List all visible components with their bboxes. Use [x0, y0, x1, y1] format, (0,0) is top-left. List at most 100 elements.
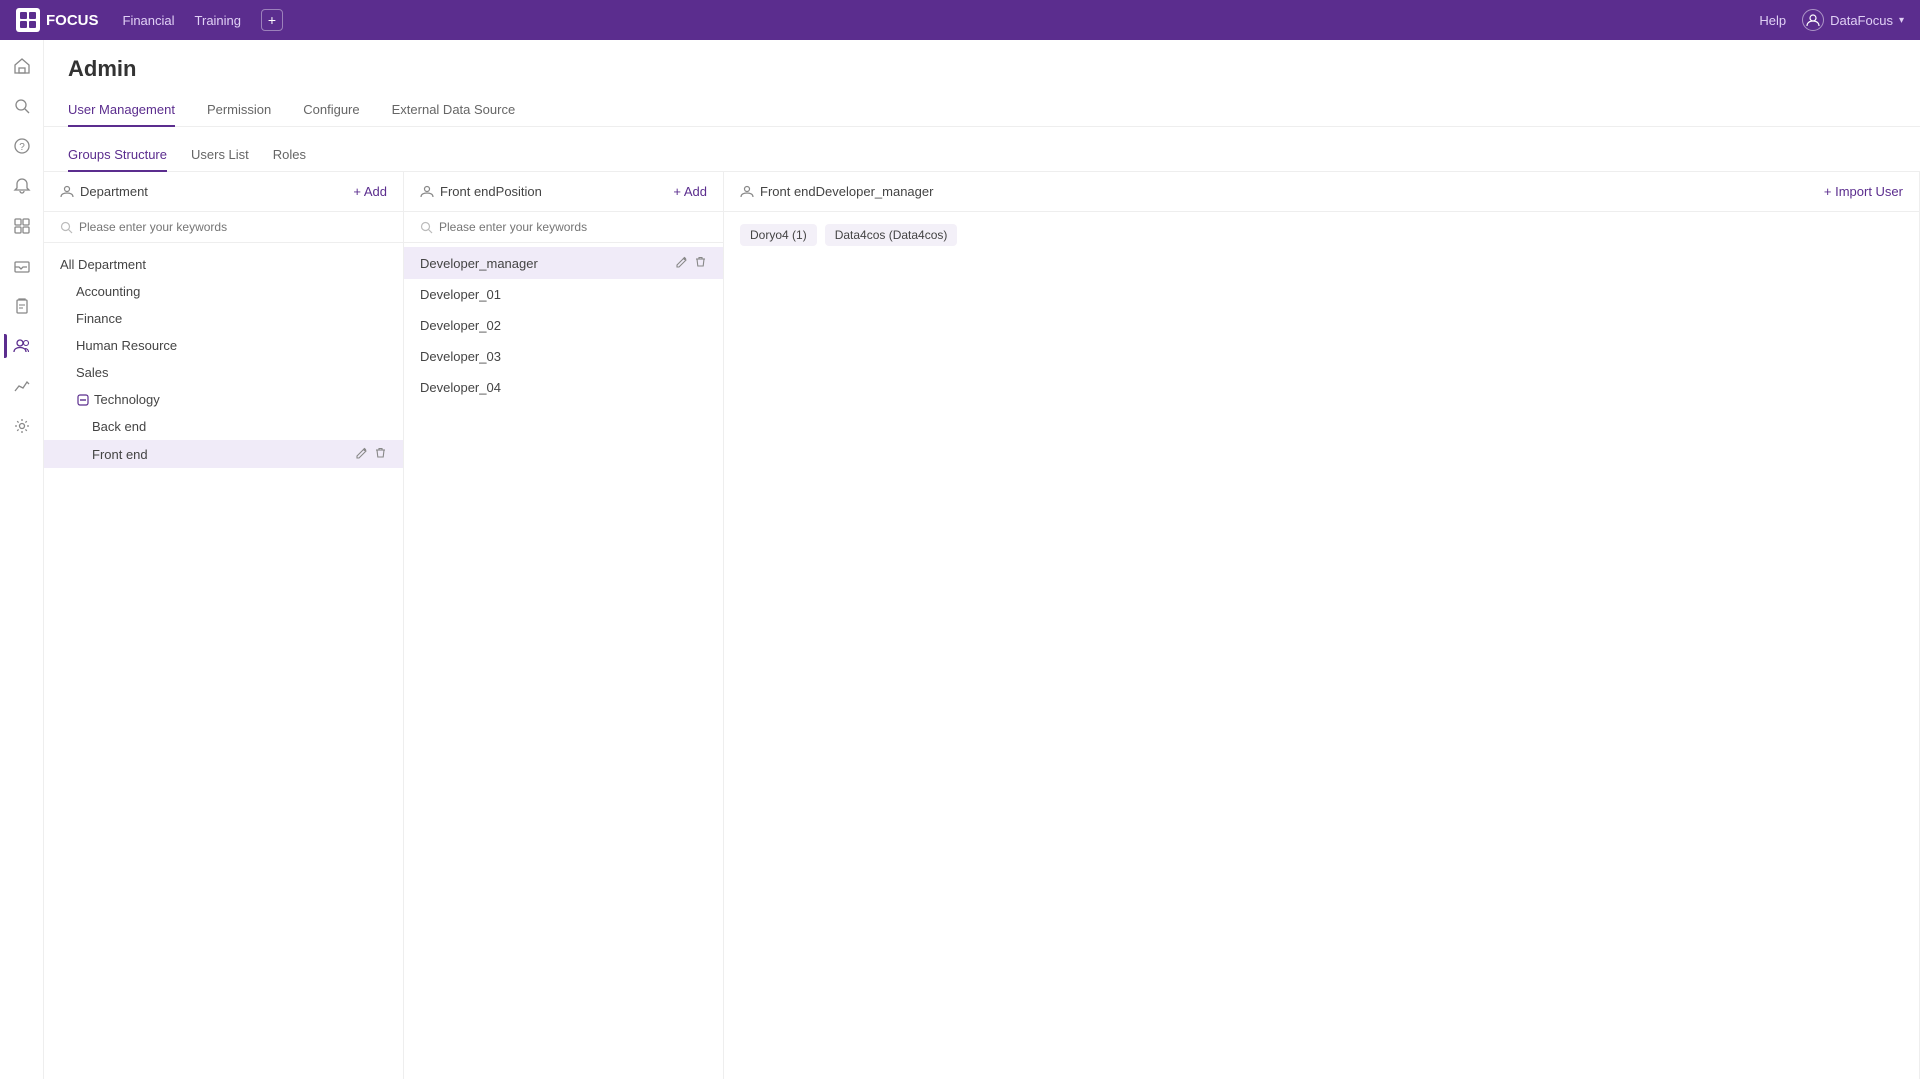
technology-label: Technology [94, 392, 387, 407]
tab-permission[interactable]: Permission [207, 94, 271, 127]
user-tag-doryo4-label: Doryo4 (1) [750, 228, 807, 242]
position-search-box [404, 212, 723, 243]
nav-add-button[interactable]: + [261, 9, 283, 31]
department-add-btn[interactable]: + Add [353, 184, 387, 199]
tree-item-backend[interactable]: Back end [44, 413, 403, 440]
sub-tab-groups-structure[interactable]: Groups Structure [68, 139, 167, 172]
developer-col-title: Front endDeveloper_manager [760, 184, 933, 199]
developer-panel: Front endDeveloper_manager + Import User… [724, 172, 1920, 1079]
position-search-input[interactable] [439, 220, 707, 234]
developer-03-label: Developer_03 [420, 349, 501, 364]
sidebar-help[interactable]: ? [4, 128, 40, 164]
frontend-label: Front end [92, 447, 355, 462]
user-tag-doryo4: Doryo4 (1) [740, 224, 817, 246]
department-panel: Department + Add All Department [44, 172, 404, 1079]
user-name: DataFocus [1830, 13, 1893, 28]
user-tag-data4cos: Data4cos (Data4cos) [825, 224, 958, 246]
main-content: Admin User Management Permission Configu… [44, 40, 1920, 1079]
position-item-developer-manager[interactable]: Developer_manager [404, 247, 723, 279]
frontend-edit-icon[interactable] [355, 446, 368, 462]
position-item-developer-01[interactable]: Developer_01 [404, 279, 723, 310]
developer-person-icon [740, 185, 754, 199]
developer-manager-delete-icon[interactable] [694, 255, 707, 271]
sub-tab-users-list[interactable]: Users List [191, 139, 249, 172]
page-title: Admin [68, 56, 1896, 82]
logo-icon [16, 8, 40, 32]
position-header: Front endPosition + Add [404, 172, 723, 212]
tab-external-data-source[interactable]: External Data Source [392, 94, 516, 127]
icon-sidebar: ? [0, 40, 44, 1079]
nav-financial[interactable]: Financial [123, 9, 175, 32]
department-header: Department + Add [44, 172, 403, 212]
tree-item-finance[interactable]: Finance [44, 305, 403, 332]
accounting-label: Accounting [76, 284, 387, 299]
developer-header-left: Front endDeveloper_manager [740, 184, 933, 199]
department-person-icon [60, 185, 74, 199]
developer-04-label: Developer_04 [420, 380, 501, 395]
sub-tabs: Groups Structure Users List Roles [44, 127, 1920, 172]
app-layout: ? [0, 40, 1920, 1079]
position-item-developer-02[interactable]: Developer_02 [404, 310, 723, 341]
import-user-btn[interactable]: + Import User [1824, 184, 1903, 199]
tree-item-accounting[interactable]: Accounting [44, 278, 403, 305]
sidebar-search[interactable] [4, 88, 40, 124]
tab-configure[interactable]: Configure [303, 94, 359, 127]
position-header-left: Front endPosition [420, 184, 542, 199]
human-resource-label: Human Resource [76, 338, 387, 353]
topbar: FOCUS Financial Training + Help DataFocu… [0, 0, 1920, 40]
position-search-icon [420, 221, 433, 234]
sidebar-inbox[interactable] [4, 248, 40, 284]
developer-manager-actions [675, 255, 707, 271]
tree-item-all-department[interactable]: All Department [44, 251, 403, 278]
sidebar-grid[interactable] [4, 208, 40, 244]
position-item-developer-03[interactable]: Developer_03 [404, 341, 723, 372]
developer-manager-edit-icon[interactable] [675, 255, 688, 271]
department-header-left: Department [60, 184, 148, 199]
sidebar-clipboard[interactable] [4, 288, 40, 324]
developer-col-header: Front endDeveloper_manager + Import User [724, 172, 1919, 212]
user-menu[interactable]: DataFocus ▾ [1802, 9, 1904, 31]
sidebar-users[interactable] [4, 328, 40, 364]
position-list: Developer_manager [404, 243, 723, 1079]
frontend-delete-icon[interactable] [374, 446, 387, 462]
top-nav: Financial Training + [123, 9, 1736, 32]
position-add-btn[interactable]: + Add [673, 184, 707, 199]
department-search-box [44, 212, 403, 243]
all-department-label: All Department [60, 257, 387, 272]
developer-01-label: Developer_01 [420, 287, 501, 302]
content-area: Department + Add All Department [44, 172, 1920, 1079]
backend-label: Back end [92, 419, 387, 434]
tree-item-human-resource[interactable]: Human Resource [44, 332, 403, 359]
tree-item-sales[interactable]: Sales [44, 359, 403, 386]
users-area: Doryo4 (1) Data4cos (Data4cos) [724, 212, 1919, 262]
technology-collapse-icon [76, 393, 90, 407]
tree-item-frontend[interactable]: Front end [44, 440, 403, 468]
user-avatar-icon [1802, 9, 1824, 31]
position-person-icon [420, 185, 434, 199]
position-item-developer-04[interactable]: Developer_04 [404, 372, 723, 403]
tab-user-management[interactable]: User Management [68, 94, 175, 127]
nav-training[interactable]: Training [195, 9, 241, 32]
department-search-input[interactable] [79, 220, 387, 234]
sidebar-analytics[interactable] [4, 368, 40, 404]
user-tag-data4cos-label: Data4cos (Data4cos) [835, 228, 948, 242]
user-tags-row: Doryo4 (1) Data4cos (Data4cos) [740, 224, 1903, 250]
position-panel: Front endPosition + Add Developer_manage… [404, 172, 724, 1079]
sidebar-notification[interactable] [4, 168, 40, 204]
sidebar-settings[interactable] [4, 408, 40, 444]
page-header: Admin User Management Permission Configu… [44, 40, 1920, 127]
department-label: Department [80, 184, 148, 199]
topbar-right: Help DataFocus ▾ [1759, 9, 1904, 31]
page-tabs: User Management Permission Configure Ext… [68, 94, 1896, 126]
logo-text: FOCUS [46, 12, 99, 29]
developer-02-label: Developer_02 [420, 318, 501, 333]
sub-tab-roles[interactable]: Roles [273, 139, 306, 172]
department-tree: All Department Accounting Finance Human … [44, 243, 403, 1079]
tree-item-technology[interactable]: Technology [44, 386, 403, 413]
user-chevron-icon: ▾ [1899, 15, 1904, 26]
position-label: Front endPosition [440, 184, 542, 199]
help-link[interactable]: Help [1759, 13, 1786, 28]
developer-manager-label: Developer_manager [420, 256, 538, 271]
sidebar-home[interactable] [4, 48, 40, 84]
finance-label: Finance [76, 311, 387, 326]
